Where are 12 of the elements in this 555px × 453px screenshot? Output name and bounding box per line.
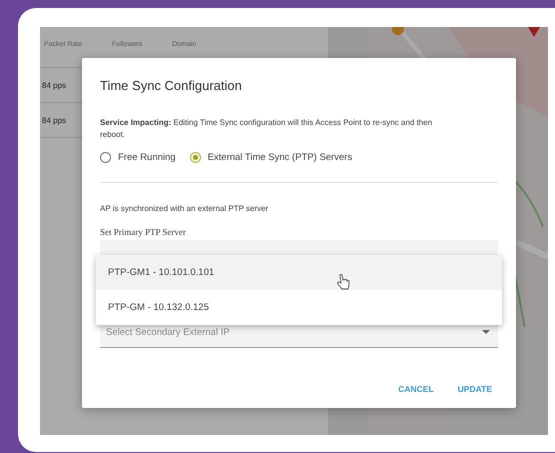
warning-text: Service Impacting: Editing Time Sync configuration will this Access Point to re-sync and then reboot.: [100, 117, 434, 141]
radio-option[interactable]: Free Running: [100, 152, 176, 163]
table-cell: 84 pps: [42, 116, 66, 124]
field-label: Set Primary PTP Server: [100, 227, 187, 237]
dialog-title: Time Sync Configuration: [100, 78, 243, 93]
menu-item[interactable]: PTP-GM - 10.132.0.125: [96, 290, 502, 325]
radio-label: Free Running: [118, 152, 176, 163]
info-text: AP is synchronized with an external PTP server: [100, 204, 270, 213]
menu-item[interactable]: PTP-GM1 - 10.101.0.101: [96, 255, 502, 290]
caret-icon: [482, 330, 490, 334]
hand-cursor-icon: [336, 274, 350, 290]
table-cell: 84 pps: [42, 80, 66, 90]
